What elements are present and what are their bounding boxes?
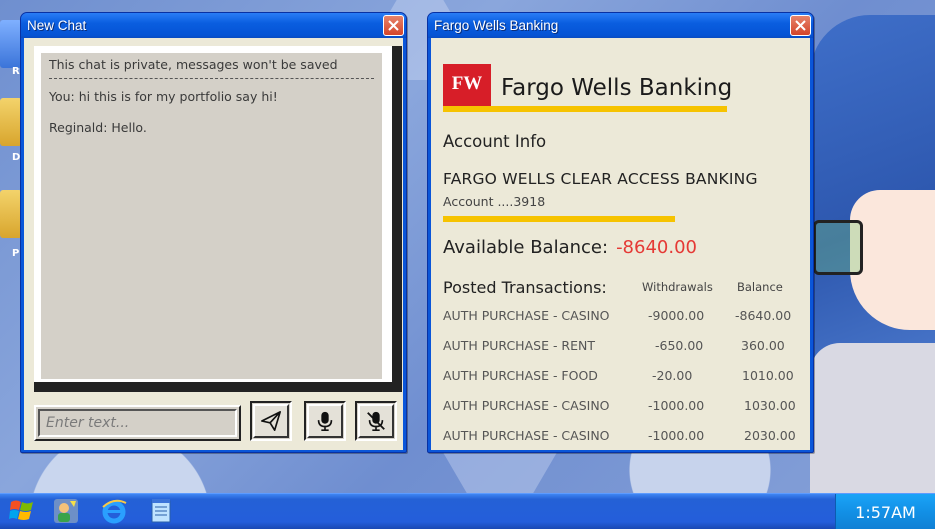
chat-window: New Chat This chat is private, messages … [20, 12, 407, 453]
microphone-mute-icon [367, 411, 385, 431]
start-logo-icon [9, 500, 33, 520]
chat-message: You: hi this is for my portfolio say hi! [49, 89, 278, 104]
bank-header: FW Fargo Wells Banking [443, 64, 732, 112]
transaction-balance: 2030.00 [744, 428, 796, 443]
transaction-balance: 1030.00 [744, 398, 796, 413]
privacy-notice: This chat is private, messages won't be … [49, 57, 374, 79]
transaction-row: AUTH PURCHASE - FOOD -20.00 1010.00 [443, 368, 803, 390]
microphone-button-face [307, 404, 343, 438]
taskbar-users[interactable] [52, 497, 80, 525]
transaction-row: AUTH PURCHASE - CASINO -1000.00 1030.00 [443, 398, 803, 420]
folder-icon[interactable] [0, 190, 22, 238]
transaction-withdrawal: -9000.00 [648, 308, 705, 323]
transaction-withdrawal: -20.00 [652, 368, 693, 383]
users-icon [54, 499, 78, 523]
chat-titlebar[interactable]: New Chat [21, 13, 406, 38]
account-info-heading: Account Info [443, 132, 547, 151]
send-button-face [253, 404, 289, 438]
chat-input[interactable] [38, 409, 237, 437]
send-button[interactable] [250, 401, 292, 441]
transaction-description: AUTH PURCHASE - CASINO [443, 398, 610, 413]
folder-icon[interactable] [0, 98, 22, 146]
transaction-description: AUTH PURCHASE - FOOD [443, 368, 598, 383]
character-glasses [813, 220, 863, 275]
desktop-icon-label: P [12, 248, 20, 259]
transaction-row: AUTH PURCHASE - CASINO -1000.00 2030.00 [443, 428, 803, 450]
chat-log[interactable]: This chat is private, messages won't be … [41, 53, 382, 379]
chat-body: This chat is private, messages won't be … [24, 38, 403, 450]
microphone-icon [317, 411, 333, 431]
bank-window: Fargo Wells Banking FW Fargo Wells Banki… [427, 12, 814, 453]
desktop-icon-label: R [12, 66, 20, 77]
transaction-withdrawal: -1000.00 [648, 398, 705, 413]
chat-message: Reginald: Hello. [49, 120, 147, 135]
transaction-row: AUTH PURCHASE - CASINO -9000.00 -8640.00 [443, 308, 803, 330]
window-title: New Chat [27, 18, 87, 33]
transaction-withdrawal: -1000.00 [648, 428, 705, 443]
wallpaper-character [810, 15, 935, 493]
close-button[interactable] [790, 15, 811, 36]
chat-input-frame [34, 405, 241, 441]
system-tray: 1:57AM [835, 494, 935, 529]
account-number: Account ....3918 [443, 194, 546, 209]
notepad-icon [151, 499, 171, 523]
chat-log-container: This chat is private, messages won't be … [34, 46, 392, 382]
transaction-description: AUTH PURCHASE - CASINO [443, 308, 610, 323]
chat-log-frame: This chat is private, messages won't be … [34, 46, 402, 392]
taskbar-notepad[interactable] [147, 497, 175, 525]
close-button[interactable] [383, 15, 404, 36]
start-button[interactable] [8, 497, 36, 525]
bank-titlebar[interactable]: Fargo Wells Banking [428, 13, 813, 38]
close-icon [795, 20, 806, 31]
transaction-balance: 1010.00 [742, 368, 794, 383]
column-header-balance: Balance [737, 280, 783, 294]
posted-transactions-heading: Posted Transactions: [443, 278, 607, 297]
bank-logo: FW [443, 64, 491, 112]
send-icon [261, 411, 281, 431]
divider [443, 216, 675, 222]
internet-explorer-icon [102, 499, 127, 524]
bank-name: Fargo Wells Banking [501, 75, 733, 101]
taskbar: 1:57AM [0, 493, 935, 529]
divider [443, 106, 727, 112]
mute-button[interactable] [355, 401, 397, 441]
balance-value: -8640.00 [616, 237, 697, 258]
close-icon [388, 20, 399, 31]
desktop-shortcut-icon[interactable] [0, 20, 22, 68]
transaction-row: AUTH PURCHASE - RENT -650.00 360.00 [443, 338, 803, 360]
bank-body: FW Fargo Wells Banking Account Info FARG… [431, 38, 810, 450]
balance-label: Available Balance: [443, 237, 609, 258]
mute-button-face [358, 404, 394, 438]
transaction-description: AUTH PURCHASE - CASINO [443, 428, 610, 443]
microphone-button[interactable] [304, 401, 346, 441]
clock[interactable]: 1:57AM [855, 503, 916, 522]
window-title: Fargo Wells Banking [434, 18, 559, 33]
character-clothes [810, 343, 935, 493]
available-balance: Available Balance: -8640.00 [443, 237, 697, 258]
transaction-withdrawal: -650.00 [655, 338, 704, 353]
account-type: FARGO WELLS CLEAR ACCESS BANKING [443, 170, 758, 188]
transaction-balance: -8640.00 [735, 308, 792, 323]
transaction-balance: 360.00 [741, 338, 785, 353]
column-header-withdrawals: Withdrawals [642, 280, 713, 294]
taskbar-internet-explorer[interactable] [100, 497, 128, 525]
transaction-description: AUTH PURCHASE - RENT [443, 338, 595, 353]
